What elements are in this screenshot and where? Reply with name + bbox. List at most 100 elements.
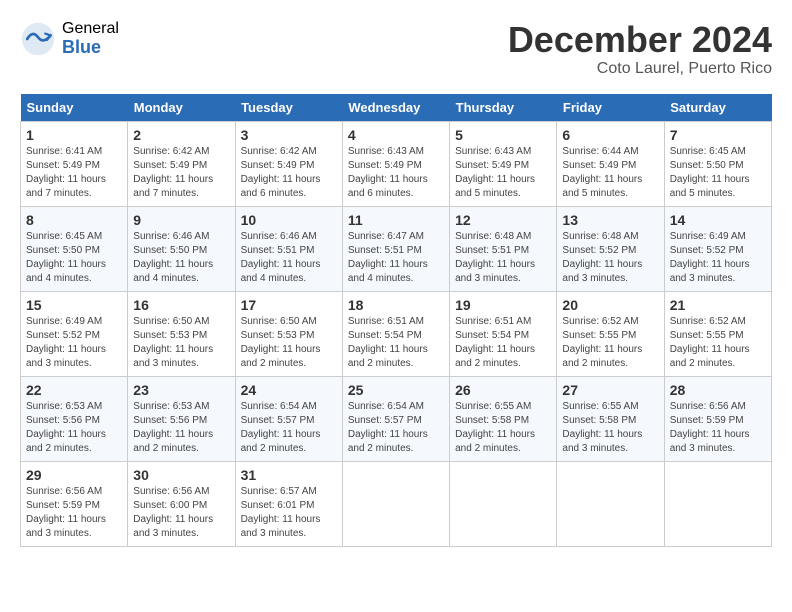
day-number: 25 xyxy=(348,382,444,398)
calendar-cell: 23 Sunrise: 6:53 AMSunset: 5:56 PMDaylig… xyxy=(128,376,235,461)
day-number: 6 xyxy=(562,127,658,143)
day-info: Sunrise: 6:46 AMSunset: 5:50 PMDaylight:… xyxy=(133,231,213,284)
day-info: Sunrise: 6:52 AMSunset: 5:55 PMDaylight:… xyxy=(670,316,750,369)
day-info: Sunrise: 6:45 AMSunset: 5:50 PMDaylight:… xyxy=(670,146,750,199)
day-info: Sunrise: 6:56 AMSunset: 6:00 PMDaylight:… xyxy=(133,486,213,539)
day-number: 15 xyxy=(26,297,122,313)
day-number: 9 xyxy=(133,212,229,228)
calendar-cell: 30 Sunrise: 6:56 AMSunset: 6:00 PMDaylig… xyxy=(128,461,235,546)
day-info: Sunrise: 6:43 AMSunset: 5:49 PMDaylight:… xyxy=(348,146,428,199)
day-number: 28 xyxy=(670,382,766,398)
day-number: 12 xyxy=(455,212,551,228)
day-number: 17 xyxy=(241,297,337,313)
logo-icon xyxy=(20,21,56,57)
day-info: Sunrise: 6:51 AMSunset: 5:54 PMDaylight:… xyxy=(348,316,428,369)
day-info: Sunrise: 6:54 AMSunset: 5:57 PMDaylight:… xyxy=(348,401,428,454)
calendar-cell: 26 Sunrise: 6:55 AMSunset: 5:58 PMDaylig… xyxy=(450,376,557,461)
day-number: 27 xyxy=(562,382,658,398)
calendar-week-row: 22 Sunrise: 6:53 AMSunset: 5:56 PMDaylig… xyxy=(21,376,772,461)
calendar-header-friday: Friday xyxy=(557,94,664,122)
day-info: Sunrise: 6:49 AMSunset: 5:52 PMDaylight:… xyxy=(26,316,106,369)
calendar-cell: 13 Sunrise: 6:48 AMSunset: 5:52 PMDaylig… xyxy=(557,206,664,291)
day-info: Sunrise: 6:44 AMSunset: 5:49 PMDaylight:… xyxy=(562,146,642,199)
calendar-week-row: 29 Sunrise: 6:56 AMSunset: 5:59 PMDaylig… xyxy=(21,461,772,546)
calendar-week-row: 15 Sunrise: 6:49 AMSunset: 5:52 PMDaylig… xyxy=(21,291,772,376)
calendar-cell: 21 Sunrise: 6:52 AMSunset: 5:55 PMDaylig… xyxy=(664,291,771,376)
calendar-cell: 8 Sunrise: 6:45 AMSunset: 5:50 PMDayligh… xyxy=(21,206,128,291)
day-number: 14 xyxy=(670,212,766,228)
day-info: Sunrise: 6:55 AMSunset: 5:58 PMDaylight:… xyxy=(455,401,535,454)
calendar-table: SundayMondayTuesdayWednesdayThursdayFrid… xyxy=(20,94,772,547)
logo: General Blue xyxy=(20,20,119,57)
day-number: 3 xyxy=(241,127,337,143)
day-number: 21 xyxy=(670,297,766,313)
calendar-cell: 17 Sunrise: 6:50 AMSunset: 5:53 PMDaylig… xyxy=(235,291,342,376)
day-number: 13 xyxy=(562,212,658,228)
day-info: Sunrise: 6:50 AMSunset: 5:53 PMDaylight:… xyxy=(133,316,213,369)
day-number: 31 xyxy=(241,467,337,483)
calendar-cell: 22 Sunrise: 6:53 AMSunset: 5:56 PMDaylig… xyxy=(21,376,128,461)
calendar-cell: 19 Sunrise: 6:51 AMSunset: 5:54 PMDaylig… xyxy=(450,291,557,376)
title-area: December 2024 Coto Laurel, Puerto Rico xyxy=(508,20,772,78)
day-number: 26 xyxy=(455,382,551,398)
calendar-cell: 15 Sunrise: 6:49 AMSunset: 5:52 PMDaylig… xyxy=(21,291,128,376)
day-info: Sunrise: 6:45 AMSunset: 5:50 PMDaylight:… xyxy=(26,231,106,284)
day-info: Sunrise: 6:41 AMSunset: 5:49 PMDaylight:… xyxy=(26,146,106,199)
month-title: December 2024 xyxy=(508,20,772,60)
day-info: Sunrise: 6:54 AMSunset: 5:57 PMDaylight:… xyxy=(241,401,321,454)
day-number: 2 xyxy=(133,127,229,143)
calendar-cell xyxy=(664,461,771,546)
logo-text: General Blue xyxy=(62,20,119,57)
calendar-cell: 5 Sunrise: 6:43 AMSunset: 5:49 PMDayligh… xyxy=(450,121,557,206)
calendar-header-wednesday: Wednesday xyxy=(342,94,449,122)
calendar-cell: 27 Sunrise: 6:55 AMSunset: 5:58 PMDaylig… xyxy=(557,376,664,461)
day-info: Sunrise: 6:43 AMSunset: 5:49 PMDaylight:… xyxy=(455,146,535,199)
day-info: Sunrise: 6:53 AMSunset: 5:56 PMDaylight:… xyxy=(26,401,106,454)
day-number: 30 xyxy=(133,467,229,483)
calendar-cell: 11 Sunrise: 6:47 AMSunset: 5:51 PMDaylig… xyxy=(342,206,449,291)
day-number: 5 xyxy=(455,127,551,143)
day-info: Sunrise: 6:48 AMSunset: 5:52 PMDaylight:… xyxy=(562,231,642,284)
calendar-header-row: SundayMondayTuesdayWednesdayThursdayFrid… xyxy=(21,94,772,122)
day-number: 19 xyxy=(455,297,551,313)
location: Coto Laurel, Puerto Rico xyxy=(508,60,772,78)
calendar-cell: 10 Sunrise: 6:46 AMSunset: 5:51 PMDaylig… xyxy=(235,206,342,291)
calendar-cell: 31 Sunrise: 6:57 AMSunset: 6:01 PMDaylig… xyxy=(235,461,342,546)
day-number: 29 xyxy=(26,467,122,483)
day-info: Sunrise: 6:56 AMSunset: 5:59 PMDaylight:… xyxy=(26,486,106,539)
calendar-cell: 7 Sunrise: 6:45 AMSunset: 5:50 PMDayligh… xyxy=(664,121,771,206)
calendar-cell: 20 Sunrise: 6:52 AMSunset: 5:55 PMDaylig… xyxy=(557,291,664,376)
logo-general: General xyxy=(62,20,119,38)
calendar-cell: 14 Sunrise: 6:49 AMSunset: 5:52 PMDaylig… xyxy=(664,206,771,291)
calendar-cell: 9 Sunrise: 6:46 AMSunset: 5:50 PMDayligh… xyxy=(128,206,235,291)
calendar-cell: 25 Sunrise: 6:54 AMSunset: 5:57 PMDaylig… xyxy=(342,376,449,461)
day-info: Sunrise: 6:51 AMSunset: 5:54 PMDaylight:… xyxy=(455,316,535,369)
day-info: Sunrise: 6:52 AMSunset: 5:55 PMDaylight:… xyxy=(562,316,642,369)
day-info: Sunrise: 6:42 AMSunset: 5:49 PMDaylight:… xyxy=(133,146,213,199)
calendar-cell: 1 Sunrise: 6:41 AMSunset: 5:49 PMDayligh… xyxy=(21,121,128,206)
calendar-cell: 2 Sunrise: 6:42 AMSunset: 5:49 PMDayligh… xyxy=(128,121,235,206)
calendar-week-row: 1 Sunrise: 6:41 AMSunset: 5:49 PMDayligh… xyxy=(21,121,772,206)
day-info: Sunrise: 6:47 AMSunset: 5:51 PMDaylight:… xyxy=(348,231,428,284)
calendar-cell: 24 Sunrise: 6:54 AMSunset: 5:57 PMDaylig… xyxy=(235,376,342,461)
calendar-cell: 28 Sunrise: 6:56 AMSunset: 5:59 PMDaylig… xyxy=(664,376,771,461)
day-info: Sunrise: 6:55 AMSunset: 5:58 PMDaylight:… xyxy=(562,401,642,454)
day-number: 16 xyxy=(133,297,229,313)
calendar-header-monday: Monday xyxy=(128,94,235,122)
calendar-cell: 4 Sunrise: 6:43 AMSunset: 5:49 PMDayligh… xyxy=(342,121,449,206)
calendar-cell xyxy=(450,461,557,546)
day-info: Sunrise: 6:57 AMSunset: 6:01 PMDaylight:… xyxy=(241,486,321,539)
day-info: Sunrise: 6:56 AMSunset: 5:59 PMDaylight:… xyxy=(670,401,750,454)
day-info: Sunrise: 6:50 AMSunset: 5:53 PMDaylight:… xyxy=(241,316,321,369)
day-info: Sunrise: 6:49 AMSunset: 5:52 PMDaylight:… xyxy=(670,231,750,284)
day-number: 20 xyxy=(562,297,658,313)
day-number: 23 xyxy=(133,382,229,398)
day-number: 8 xyxy=(26,212,122,228)
day-info: Sunrise: 6:53 AMSunset: 5:56 PMDaylight:… xyxy=(133,401,213,454)
day-info: Sunrise: 6:42 AMSunset: 5:49 PMDaylight:… xyxy=(241,146,321,199)
day-number: 24 xyxy=(241,382,337,398)
day-number: 22 xyxy=(26,382,122,398)
day-info: Sunrise: 6:46 AMSunset: 5:51 PMDaylight:… xyxy=(241,231,321,284)
day-number: 10 xyxy=(241,212,337,228)
day-number: 11 xyxy=(348,212,444,228)
